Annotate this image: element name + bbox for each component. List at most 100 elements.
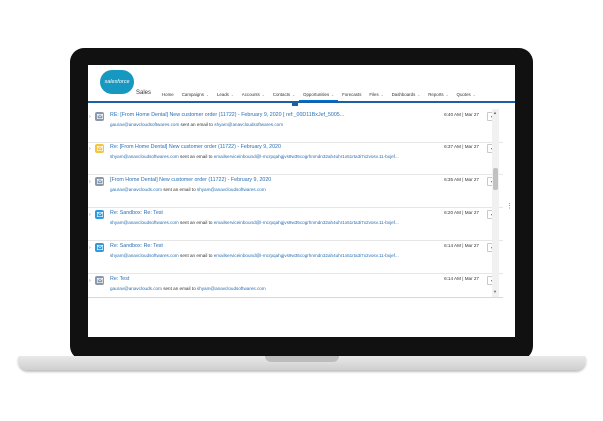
feed-item: › Re: [From Home Dental] New customer ord… [88, 141, 503, 175]
recipient-link[interactable]: shyam@anavcloudsoftwares.com [197, 187, 266, 192]
kebab-menu-icon[interactable]: ⋮ [506, 202, 513, 210]
action-text: sent an email to [163, 187, 196, 192]
email-participants: gaurav@anavclouds.com sent an email to s… [110, 286, 266, 291]
salesforce-logo[interactable]: salesforce [100, 70, 134, 94]
recipient-link[interactable]: shyam@anavcloudsoftwares.com [197, 286, 266, 291]
screen: salesforce Sales Home Campaigns ⌄ Leads ⌄ Acc… [88, 65, 515, 337]
timestamp: 6:14 AM | Mar 27 [444, 276, 479, 281]
nav-item-forecasts[interactable]: Forecasts [338, 90, 365, 100]
recipient-link[interactable]: emailserviceinbound@l-mcrpqahgjvs9w35cog… [214, 154, 399, 159]
email-icon [95, 177, 104, 186]
nav-item-dashboards[interactable]: Dashboards ⌄ [388, 90, 425, 100]
action-text: sent an email to [180, 154, 213, 159]
recipient-link[interactable]: emailserviceinbound@l-mcrpqahgjvs9w35cog… [214, 253, 399, 258]
chevron-right-icon[interactable]: › [89, 146, 91, 152]
chevron-down-icon[interactable]: ⌄ [262, 93, 265, 97]
scroll-up-arrow-icon[interactable]: ▲ [493, 110, 497, 115]
nav-item-quotes[interactable]: Quotes ⌄ [453, 90, 480, 100]
app-header: salesforce Sales Home Campaigns ⌄ Leads ⌄ Acc… [88, 65, 515, 101]
action-text: sent an email to [180, 220, 213, 225]
nav-item-label: Dashboards [391, 92, 416, 97]
email-subject-link[interactable]: Re: Sandbox: Re: Test [110, 210, 163, 216]
email-icon [95, 243, 104, 252]
chevron-down-icon[interactable]: ⌄ [417, 93, 420, 97]
nav-item-campaigns[interactable]: Campaigns ⌄ [178, 90, 213, 100]
timestamp: 6:35 AM | Mar 27 [444, 177, 479, 182]
timestamp: 6:37 AM | Mar 27 [444, 144, 479, 149]
email-subject-link[interactable]: [From Home Dental] New customer order (1… [110, 177, 271, 183]
app-name: Sales [136, 90, 152, 96]
chevron-right-icon[interactable]: › [89, 114, 91, 120]
laptop-notch [265, 356, 339, 362]
action-text: sent an email to [163, 286, 196, 291]
chevron-down-icon[interactable]: ⌄ [231, 93, 234, 97]
nav-item-label: Accounts [241, 92, 260, 97]
feed-item: › Re: Sandbox: Re: Test shyam@anavcloudsof… [88, 207, 503, 241]
sender-link[interactable]: gaurav@anavclouds.com [110, 187, 162, 192]
feed-bottom-border [88, 297, 503, 298]
email-subject-link[interactable]: Re: Test [110, 276, 129, 282]
nav-item-leads[interactable]: Leads ⌄ [213, 90, 238, 100]
sender-link[interactable]: gaurav@anavclouds.com [110, 286, 162, 291]
nav-item-label: Home [162, 92, 174, 97]
action-text: sent an email to [180, 122, 213, 127]
chevron-down-icon[interactable]: ⌄ [292, 93, 295, 97]
nav-item-accounts[interactable]: Accounts ⌄ [238, 90, 269, 100]
sender-link[interactable]: gaurav@anavcloudsoftwares.com [110, 122, 179, 127]
recipient-link[interactable]: emailserviceinbound@l-mcrpqahgjvs9w35cog… [214, 220, 399, 225]
email-icon [95, 112, 104, 121]
nav-item-files[interactable]: Files ⌄ [365, 90, 387, 100]
nav-item-contacts[interactable]: Contacts ⌄ [269, 90, 299, 100]
nav-item-label: Quotes [456, 92, 471, 97]
email-icon [95, 276, 104, 285]
email-subject-link[interactable]: Re: [From Home Dental] New customer orde… [110, 144, 281, 150]
nav-item-label: Forecasts [342, 92, 362, 97]
split-handle[interactable] [292, 103, 298, 106]
timestamp: 6:14 AM | Mar 27 [444, 243, 479, 248]
email-participants: gaurav@anavcloudsoftwares.com sent an em… [110, 122, 283, 127]
email-icon [95, 144, 104, 153]
timestamp: 6:40 AM | Mar 27 [444, 112, 479, 117]
nav-item-reports[interactable]: Reports ⌄ [424, 90, 452, 100]
header-divider [88, 101, 515, 103]
chevron-right-icon[interactable]: › [89, 179, 91, 185]
scrollbar[interactable] [492, 109, 499, 297]
sender-link[interactable]: shyam@anavcloudsoftwares.com [110, 253, 179, 258]
recipient-link[interactable]: shyam@anavcloudsoftwares.com [214, 122, 283, 127]
email-icon [95, 210, 104, 219]
nav-item-label: Reports [428, 92, 444, 97]
feed-item: › [From Home Dental] New customer order (… [88, 174, 503, 208]
sender-link[interactable]: shyam@anavcloudsoftwares.com [110, 154, 179, 159]
nav-item-label: Leads [216, 92, 229, 97]
email-participants: shyam@anavcloudsoftwares.com sent an ema… [110, 154, 399, 159]
feed-item: › Re: Sandbox: Re: Test shyam@anavcloudsof… [88, 240, 503, 274]
email-participants: shyam@anavcloudsoftwares.com sent an ema… [110, 253, 399, 258]
chevron-down-icon[interactable]: ⌄ [473, 93, 476, 97]
chevron-right-icon[interactable]: › [89, 212, 91, 218]
chevron-right-icon[interactable]: › [89, 278, 91, 284]
nav-bar: Home Campaigns ⌄ Leads ⌄ Accounts ⌄ Contacts ⌄ Op… [158, 90, 480, 101]
email-participants: gaurav@anavclouds.com sent an email to s… [110, 187, 266, 192]
timestamp: 6:20 AM | Mar 27 [444, 210, 479, 215]
sender-link[interactable]: shyam@anavcloudsoftwares.com [110, 220, 179, 225]
activity-feed: › RE: [From Home Dental] New customer ord… [88, 109, 503, 297]
nav-item-label: Opportunities [303, 92, 330, 97]
email-subject-link[interactable]: RE: [From Home Dental] New customer orde… [110, 112, 344, 118]
chevron-right-icon[interactable]: › [89, 245, 91, 251]
chevron-down-icon[interactable]: ⌄ [331, 93, 334, 97]
chevron-down-icon[interactable]: ⌄ [206, 93, 209, 97]
email-participants: shyam@anavcloudsoftwares.com sent an ema… [110, 220, 399, 225]
scroll-down-arrow-icon[interactable]: ▼ [493, 289, 497, 294]
action-text: sent an email to [180, 253, 213, 258]
nav-item-label: Campaigns [181, 92, 204, 97]
nav-item-home[interactable]: Home [158, 90, 178, 100]
nav-item-label: Files [369, 92, 379, 97]
feed-item: › Re: Test gaurav@anavclouds.com sent an e… [88, 273, 503, 297]
chevron-down-icon[interactable]: ⌄ [381, 93, 384, 97]
nav-item-label: Contacts [272, 92, 291, 97]
nav-item-opportunities[interactable]: Opportunities ⌄ [299, 90, 339, 101]
email-subject-link[interactable]: Re: Sandbox: Re: Test [110, 243, 163, 249]
scrollbar-thumb[interactable] [493, 168, 498, 190]
chevron-down-icon[interactable]: ⌄ [446, 93, 449, 97]
feed-item: › RE: [From Home Dental] New customer ord… [88, 109, 503, 143]
